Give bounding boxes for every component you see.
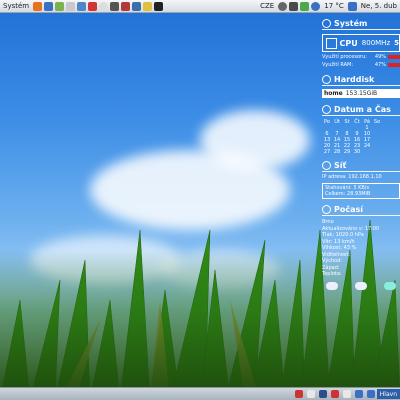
chart-icon[interactable] xyxy=(330,390,339,398)
cpu-usage-row: Využití procesoru: 49% xyxy=(322,54,400,60)
ram-usage-label: Využití RAM: xyxy=(322,62,354,68)
day xyxy=(362,149,372,155)
section-weather-header: Počasí xyxy=(322,204,400,216)
ip-value: 192.168.1.10 xyxy=(348,174,382,180)
section-harddisk-header: Harddisk xyxy=(322,74,400,86)
cpu-label: CPU xyxy=(339,38,358,48)
section-title: Datum a Čas xyxy=(334,105,391,114)
workspace-icon[interactable] xyxy=(354,390,363,398)
day: 28 xyxy=(333,149,341,155)
system-icon xyxy=(322,19,331,28)
top-panel: Systém CZE 17 °C Ne, 5. dub xyxy=(0,0,400,13)
disk-home-row: home 153.15GiB xyxy=(322,89,400,98)
camera-icon[interactable] xyxy=(121,1,131,11)
palette-icon[interactable] xyxy=(143,1,153,11)
ip-label: IP adresa: xyxy=(322,174,347,180)
disk-free: 153.15GiB xyxy=(345,90,378,97)
weather-details: Brno Aktualizováno v: 17:00 Tlak: 1020.0… xyxy=(322,219,400,278)
conky-widget: Systém CPU 800MHz 5 Využití procesoru: 4… xyxy=(322,14,400,386)
section-title: Počasí xyxy=(334,205,364,214)
media-icon[interactable] xyxy=(110,1,120,11)
taskbar-window-button[interactable]: Hlavn xyxy=(376,389,400,399)
files-icon[interactable] xyxy=(318,390,327,398)
cloud-icon xyxy=(326,281,338,290)
section-network-header: Síť xyxy=(322,160,400,172)
keyboard-layout[interactable]: CZE xyxy=(257,2,277,10)
firefox-icon[interactable] xyxy=(33,1,43,11)
cpu-box: CPU 800MHz 5 xyxy=(322,34,400,52)
weather-line: Teplota: xyxy=(322,271,342,277)
volume-icon[interactable] xyxy=(289,1,299,11)
day xyxy=(372,149,382,155)
section-title: Harddisk xyxy=(334,75,375,84)
weather-icon xyxy=(322,205,331,214)
network-icon[interactable] xyxy=(300,1,310,11)
cpu-usage-value: 49% xyxy=(374,54,386,60)
cpu-extra: 5 xyxy=(394,39,399,47)
clock-icon xyxy=(322,105,331,114)
ram-usage-value: 47% xyxy=(374,62,386,68)
clock[interactable]: Ne, 5. dub xyxy=(358,2,400,10)
section-title: Síť xyxy=(334,161,347,170)
section-system-header: Systém xyxy=(322,18,400,30)
network-traffic-box: Stahování: 3 KB/s Celkem: 28.93MiB xyxy=(322,183,400,199)
files-icon[interactable] xyxy=(66,1,76,11)
section-datetime-header: Datum a Čas xyxy=(322,104,400,116)
section-title: Systém xyxy=(334,19,368,28)
weather-forecast-icons xyxy=(322,281,400,290)
disk-mount: home xyxy=(324,90,343,97)
power-icon[interactable] xyxy=(278,1,288,11)
ram-usage-bar xyxy=(388,63,400,67)
cpu-usage-label: Využití procesoru: xyxy=(322,54,367,60)
weather-icon[interactable] xyxy=(311,1,321,11)
network-icon xyxy=(322,161,331,170)
harddisk-icon xyxy=(322,75,331,84)
cpu-frequency: 800MHz xyxy=(361,39,391,47)
bottom-panel: Hlavn xyxy=(0,387,400,400)
thunderbird-icon[interactable] xyxy=(44,1,54,11)
workspace-icon[interactable] xyxy=(366,390,375,398)
calendar-week: 27 28 29 30 xyxy=(322,149,400,155)
temperature-indicator[interactable]: 17 °C xyxy=(321,2,347,10)
settings-icon[interactable] xyxy=(88,1,98,11)
text-editor-icon[interactable] xyxy=(77,1,87,11)
update-icon[interactable] xyxy=(99,1,109,11)
total-label: Celkem: xyxy=(325,191,346,197)
day: 29 xyxy=(343,149,351,155)
menu-system[interactable]: Systém xyxy=(0,2,32,10)
rain-icon xyxy=(384,281,396,290)
ip-row: IP adresa: 192.168.1.10 xyxy=(322,174,400,180)
screenshot-icon[interactable] xyxy=(132,1,142,11)
day: 27 xyxy=(323,149,331,155)
stop-icon[interactable] xyxy=(294,390,303,398)
mail-icon[interactable] xyxy=(347,1,357,11)
app-icon[interactable] xyxy=(342,390,351,398)
calendar: Po Út St Čt Pá So 1 6 7 8 9 10 13 14 15 xyxy=(322,119,400,155)
total-value: 28.93MiB xyxy=(346,191,371,197)
cpu-icon xyxy=(326,37,337,49)
cloud-icon xyxy=(355,281,367,290)
ram-usage-row: Využití RAM: 47% xyxy=(322,62,400,68)
terminal-icon[interactable] xyxy=(154,1,164,11)
document-icon[interactable] xyxy=(306,390,315,398)
day: 30 xyxy=(353,149,361,155)
pidgin-icon[interactable] xyxy=(55,1,65,11)
cpu-usage-bar xyxy=(388,55,400,59)
